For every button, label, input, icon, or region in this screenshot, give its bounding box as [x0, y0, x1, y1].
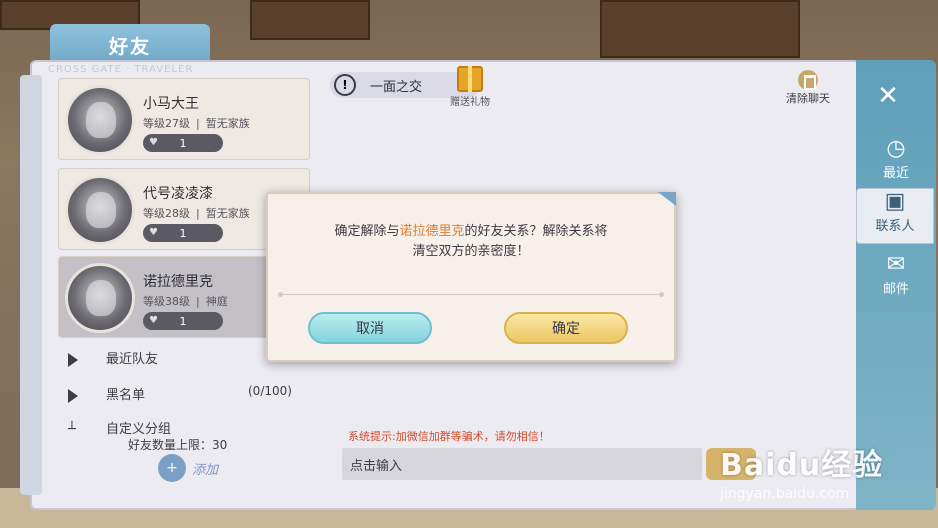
- trash-icon: [798, 70, 818, 90]
- clock-icon: ◷: [886, 136, 906, 161]
- send-gift-button[interactable]: 赠送礼物: [448, 66, 492, 108]
- left-decor-strip: [20, 75, 42, 495]
- unfriend-confirm-dialog: 确定解除与诺拉德里克的好友关系？解除关系将 清空双方的亲密度！ 取消 确定: [266, 192, 676, 362]
- intimacy-badge: ♥ 1: [143, 224, 223, 242]
- intimacy-badge: ♥ 1: [143, 134, 223, 152]
- add-friend-label: 添加: [192, 462, 219, 478]
- nav-mail[interactable]: ✉ 邮件: [856, 252, 936, 308]
- nav-label: 邮件: [882, 282, 909, 297]
- watermark-brand: Baidu经验: [720, 448, 884, 483]
- avatar: [65, 175, 135, 245]
- bookshelf: [250, 0, 370, 40]
- clear-chat-label: 清除聊天: [786, 92, 830, 105]
- chat-input[interactable]: 点击输入: [342, 448, 702, 480]
- friend-family: 暂无家族: [205, 117, 250, 130]
- friend-level: 等级28级: [143, 207, 190, 220]
- msg-text: 的好友关系？解除关系将: [464, 224, 608, 239]
- friend-limit-text: 好友数量上限：30: [128, 438, 228, 452]
- confirm-button[interactable]: 确定: [504, 312, 628, 344]
- heart-icon: ♥: [149, 227, 158, 238]
- msg-text: 确定解除与: [334, 224, 400, 239]
- gift-icon: [457, 66, 483, 92]
- mail-icon: ✉: [886, 252, 906, 277]
- group-custom[interactable]: ┴ 自定义分组: [68, 418, 171, 437]
- nav-contacts[interactable]: ▣ 联系人: [856, 188, 934, 244]
- panel-subtitle: CROSS GATE · TRAVELER: [48, 64, 194, 75]
- friend-info: 等级27级 | 暂无家族: [143, 117, 250, 130]
- friend-info: 等级28级 | 暂无家族: [143, 207, 250, 220]
- dialog-divider: [278, 292, 664, 297]
- friend-level: 等级27级: [143, 117, 190, 130]
- cancel-button[interactable]: 取消: [308, 312, 432, 344]
- friend-card[interactable]: 小马大王 等级27级 | 暂无家族 ♥ 1: [58, 78, 310, 160]
- intimacy-value: 1: [179, 314, 187, 328]
- nav-label: 联系人: [875, 219, 915, 234]
- group-count: (0/100): [248, 384, 292, 398]
- bookshelf: [600, 0, 800, 58]
- friend-family: 神庭: [205, 295, 228, 308]
- expand-triangle-icon: [68, 352, 78, 367]
- intimacy-badge: ♥ 1: [143, 312, 223, 330]
- baidu-watermark: Baidu经验 jingyan.baidu.com: [720, 440, 883, 502]
- intimacy-value: 1: [179, 226, 187, 240]
- friend-name: 诺拉德里克: [143, 274, 213, 290]
- watermark-url: jingyan.baidu.com: [720, 486, 850, 502]
- friend-info: 等级38级 | 神庭: [143, 295, 228, 308]
- dialog-message: 确定解除与诺拉德里克的好友关系？解除关系将 清空双方的亲密度！: [268, 222, 674, 262]
- system-tip: 系统提示:加微信加群等骗术，请勿相信！: [348, 430, 550, 443]
- friend-family: 暂无家族: [205, 207, 250, 220]
- friend-level: 等级38级: [143, 295, 190, 308]
- group-recent-team[interactable]: 最近队友: [68, 348, 158, 367]
- group-label: 最近队友: [106, 352, 159, 367]
- add-friend-button[interactable]: + 添加: [158, 454, 218, 482]
- nav-label: 最近: [882, 166, 909, 181]
- warning-icon: !: [334, 74, 356, 96]
- avatar: [65, 85, 135, 155]
- intimacy-value: 1: [179, 136, 187, 150]
- friend-name: 小马大王: [143, 96, 199, 112]
- custom-group-icon: ┴: [68, 422, 76, 437]
- msg-friend-name: 诺拉德里克: [399, 224, 465, 239]
- nav-recent[interactable]: ◷ 最近: [856, 136, 936, 192]
- heart-icon: ♥: [149, 137, 158, 148]
- msg-text: 清空双方的亲密度！: [412, 244, 530, 259]
- group-label: 自定义分组: [106, 422, 172, 437]
- avatar: [65, 263, 135, 333]
- expand-triangle-icon: [68, 388, 78, 403]
- clear-chat-button[interactable]: 清除聊天: [780, 70, 836, 106]
- heart-icon: ♥: [149, 315, 158, 326]
- dialog-corner-decor: [658, 192, 676, 206]
- group-label: 黑名单: [106, 388, 146, 403]
- group-blacklist[interactable]: 黑名单 (0/100): [68, 384, 292, 403]
- close-icon[interactable]: ✕: [870, 78, 906, 114]
- contact-card-icon: ▣: [884, 189, 906, 214]
- chat-relationship-title: 一面之交: [370, 79, 423, 95]
- add-friend-icon: +: [158, 454, 186, 482]
- friend-name: 代号凌凌漆: [143, 186, 213, 202]
- gift-label: 赠送礼物: [450, 97, 490, 108]
